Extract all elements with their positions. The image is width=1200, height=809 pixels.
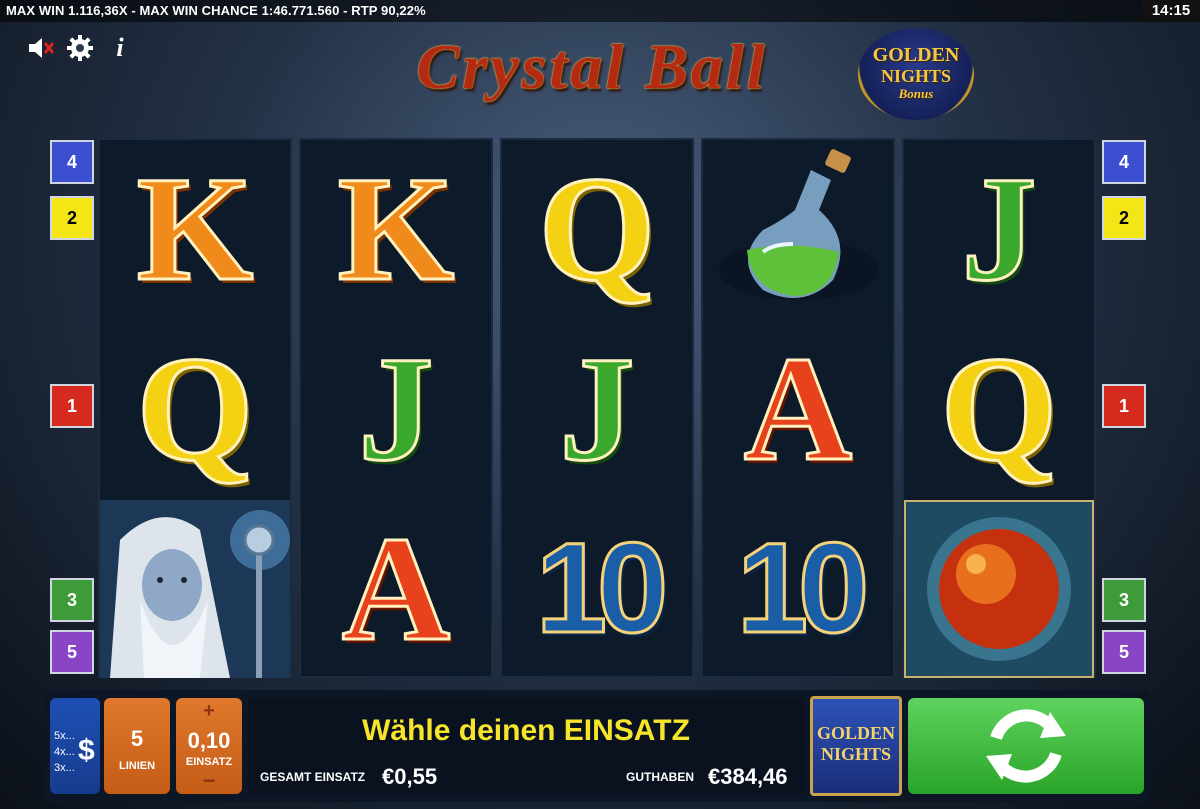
golden-nights-line2: NIGHTS (820, 744, 892, 764)
sound-off-icon[interactable] (26, 34, 55, 62)
badge-line2: NIGHTS (880, 66, 952, 86)
symbol-cell: J (502, 320, 692, 498)
message-panel: Wähle deinen EINSATZ GESAMT EINSATZ €0,5… (248, 698, 804, 794)
symbol-cell (904, 500, 1094, 678)
status-message: Wähle deinen EINSATZ (362, 714, 690, 747)
golden-nights-line1: GOLDEN (816, 723, 895, 743)
multiplier-label: 4x... (54, 746, 75, 758)
symbol-cell (703, 140, 893, 318)
symbol-cell: Q (502, 140, 692, 318)
symbol-cell: 10 (502, 500, 692, 678)
badge-line1: GOLDEN (872, 44, 960, 66)
symbol-cell (100, 500, 290, 678)
symbol-cell: A (703, 320, 893, 498)
lines-label: LINIEN (118, 760, 156, 772)
potion-icon (719, 149, 879, 300)
lines-value: 5 (130, 726, 144, 751)
top-icons: i (26, 34, 134, 62)
symbol-cell: K (301, 140, 491, 318)
total-bet-value: €0,55 (382, 764, 438, 789)
symbol-q: Q (939, 326, 1059, 492)
reel-4: A 10 (701, 138, 895, 678)
symbol-a: A (742, 326, 853, 492)
top-info-bar: MAX WIN 1.116,36X - MAX WIN CHANCE 1:46.… (0, 0, 1200, 22)
lines-button[interactable]: 5 LINIEN (104, 698, 170, 794)
payline-marker-right: 1 (1102, 384, 1146, 428)
symbol-cell: Q (100, 320, 290, 498)
payline-marker-left: 2 (50, 196, 94, 240)
balance-label: GUTHABEN (626, 770, 694, 784)
reel-3: Q J 10 (500, 138, 694, 678)
symbol-cell: J (904, 140, 1094, 318)
golden-nights-button[interactable]: GOLDEN NIGHTS (810, 696, 902, 796)
symbol-cell: J (301, 320, 491, 498)
reel-1: K Q (98, 138, 292, 678)
game-logo: Crystal Ball (416, 31, 768, 102)
payline-marker-left: 5 (50, 630, 94, 674)
wizard-icon (100, 500, 290, 678)
symbol-cell: Q (904, 320, 1094, 498)
symbol-a: A (340, 506, 451, 672)
symbol-k: K (135, 146, 255, 312)
bet-plus-button[interactable]: + (176, 700, 242, 723)
paytable-button[interactable]: 5x... 4x... 3x... $ (50, 698, 100, 794)
badge-line3: Bonus (898, 86, 934, 101)
symbol-q: Q (135, 326, 255, 492)
balance-value: €384,46 (708, 764, 788, 789)
bet-label: EINSATZ (185, 756, 233, 768)
symbol-j: J (357, 326, 435, 492)
symbol-k: K (336, 146, 456, 312)
symbol-10: 10 (534, 517, 669, 660)
bet-control: + 0,10 EINSATZ − (176, 698, 242, 794)
reel-5: J Q (902, 138, 1096, 678)
total-bet-label: GESAMT EINSATZ (260, 770, 366, 784)
spin-button[interactable] (908, 698, 1144, 794)
multiplier-label: 5x... (54, 730, 75, 742)
spin-icon (986, 709, 1066, 783)
payline-marker-right: 2 (1102, 196, 1146, 240)
bet-value: 0,10 (187, 728, 231, 753)
payline-marker-right: 4 (1102, 140, 1146, 184)
bet-minus-button[interactable]: − (176, 768, 242, 794)
reel-grid: K Q K J A Q J 10 A 10 J Q (98, 138, 1098, 678)
multiplier-label: 3x... (54, 762, 75, 774)
payline-marker-right: 5 (1102, 630, 1146, 674)
crystal-ball-icon (904, 500, 1094, 678)
symbol-cell: 10 (703, 500, 893, 678)
payline-marker-right: 3 (1102, 578, 1146, 622)
payline-marker-left: 1 (50, 384, 94, 428)
payline-marker-left: 4 (50, 140, 94, 184)
symbol-10: 10 (735, 517, 870, 660)
clock: 14:15 (1142, 0, 1200, 22)
info-icon[interactable]: i (106, 34, 134, 62)
gear-icon[interactable] (66, 34, 94, 62)
max-win-info: MAX WIN 1.116,36X - MAX WIN CHANCE 1:46.… (6, 3, 426, 18)
dollar-icon: $ (78, 734, 95, 767)
control-bar: 5x... 4x... 3x... $ 5 LINIEN + 0,10 EINS… (44, 690, 1150, 802)
symbol-cell: A (301, 500, 491, 678)
reel-2: K J A (299, 138, 493, 678)
symbol-cell: K (100, 140, 290, 318)
golden-nights-bonus-logo: GOLDEN NIGHTS Bonus (858, 28, 974, 120)
symbol-q: Q (537, 146, 657, 312)
symbol-j: J (960, 146, 1038, 312)
payline-marker-left: 3 (50, 578, 94, 622)
symbol-j: J (558, 326, 636, 492)
